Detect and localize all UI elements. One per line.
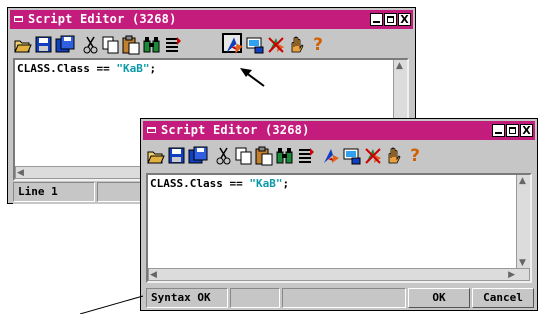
callout-line [79,295,144,314]
callout-overlay [79,68,265,314]
